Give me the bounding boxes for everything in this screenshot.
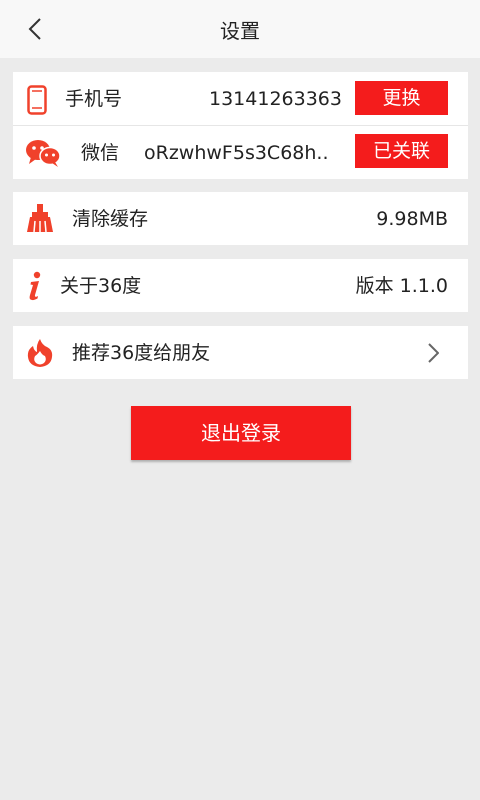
about-label: 关于36度 bbox=[60, 275, 142, 297]
account-card: 手机号 13141263363 更换 微信 oRzwhwF5s3C68h.. 已… bbox=[13, 72, 468, 179]
broom-icon bbox=[26, 203, 54, 237]
phone-label: 手机号 bbox=[65, 88, 123, 110]
cache-size: 9.98MB bbox=[376, 208, 448, 230]
wechat-linked-button[interactable]: 已关联 bbox=[355, 134, 448, 168]
top-nav-bar: 设置 bbox=[0, 0, 480, 58]
app-version: 版本 1.1.0 bbox=[355, 275, 448, 297]
clear-cache-row[interactable]: 清除缓存 9.98MB bbox=[13, 192, 468, 245]
recommend-label: 推荐36度给朋友 bbox=[72, 342, 211, 364]
recommend-row[interactable]: 推荐36度给朋友 bbox=[13, 326, 468, 379]
wechat-row[interactable]: 微信 oRzwhwF5s3C68h.. 已关联 bbox=[13, 126, 468, 179]
chevron-right-icon bbox=[427, 343, 440, 367]
clear-cache-label: 清除缓存 bbox=[72, 208, 149, 230]
change-phone-button[interactable]: 更换 bbox=[355, 81, 448, 115]
logout-button[interactable]: 退出登录 bbox=[131, 406, 351, 460]
info-icon bbox=[27, 271, 43, 305]
phone-number: 13141263363 bbox=[209, 88, 342, 110]
about-row[interactable]: 关于36度 版本 1.1.0 bbox=[13, 259, 468, 312]
wechat-icon bbox=[25, 138, 61, 172]
page-title: 设置 bbox=[220, 19, 260, 43]
phone-row[interactable]: 手机号 13141263363 更换 bbox=[13, 72, 468, 125]
wechat-id: oRzwhwF5s3C68h.. bbox=[144, 142, 329, 164]
flame-icon bbox=[26, 338, 54, 372]
phone-icon bbox=[27, 85, 47, 119]
wechat-label: 微信 bbox=[81, 142, 120, 164]
